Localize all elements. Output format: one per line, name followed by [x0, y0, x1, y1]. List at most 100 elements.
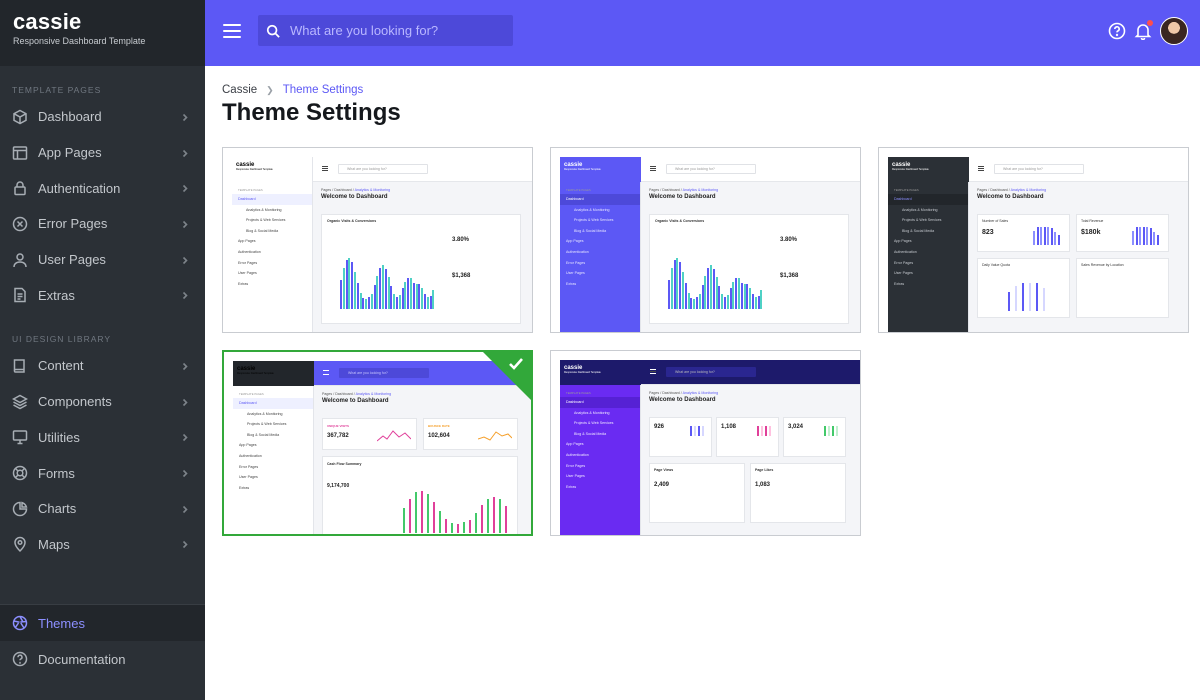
- preview-posts-panel: 3,024: [783, 417, 846, 457]
- preview-search: What are you looking for?: [666, 164, 756, 174]
- preview-chart-bar: [757, 426, 759, 436]
- sidebar-group-ui-library: Content Components Utilities Forms Charts Map…: [0, 348, 205, 562]
- preview-topbar: What are you looking for?: [969, 157, 1188, 182]
- theme-preview-thumbnail: TEMPLATE PAGES Dashboard Analytics & Monit…: [560, 157, 860, 332]
- preview-sales-value: 823: [982, 229, 994, 236]
- preview-unique-label: UNIQUE VISITS: [327, 424, 350, 428]
- preview-revenue-value: $180k: [1081, 229, 1101, 236]
- preview-chart-bar: [1156, 235, 1159, 245]
- preview-chart-bar: [765, 426, 767, 436]
- preview-chart-bar: [1047, 227, 1049, 245]
- preview-chart-bar: [356, 283, 359, 309]
- preview-chart-bar: [410, 278, 412, 309]
- preview-logo: cassie Responsive Dashboard Template: [560, 360, 641, 385]
- preview-chart-bar: [1050, 228, 1053, 245]
- sidebar-item-extras[interactable]: Extras: [0, 277, 205, 313]
- preview-crumb-a: Pages: [321, 188, 332, 192]
- preview-chart-bar: [738, 278, 740, 309]
- breadcrumb-root[interactable]: Cassie: [222, 84, 257, 96]
- sidebar-item-themes[interactable]: Themes: [0, 605, 205, 641]
- preview-chart-bar: [668, 280, 670, 309]
- sidebar-item-dashboard[interactable]: Dashboard: [0, 99, 205, 135]
- brand-logo[interactable]: cassie Responsive Dashboard Template: [0, 0, 205, 66]
- theme-option-navy[interactable]: TEMPLATE PAGES Dashboard Analytics & Monit…: [550, 350, 861, 536]
- sidebar-item-charts[interactable]: Charts: [0, 491, 205, 527]
- preview-chart-bar: [704, 276, 707, 309]
- preview-chart-bar: [673, 260, 676, 309]
- preview-cashflow-label: Cash Flow Summary: [327, 462, 362, 466]
- preview-kpi-b: $1,368: [452, 273, 471, 279]
- user-avatar[interactable]: [1160, 17, 1188, 45]
- preview-sales-label: Number of Sales: [982, 219, 1009, 223]
- preview-sidebar: TEMPLATE PAGES Dashboard Analytics & Monit…: [560, 157, 641, 332]
- search-icon[interactable]: [266, 24, 280, 38]
- sidebar-item-authentication[interactable]: Authentication: [0, 170, 205, 206]
- preview-nav-section: TEMPLATE PAGES: [566, 391, 591, 395]
- preview-chart-bar: [415, 284, 418, 309]
- preview-chart-bar: [432, 290, 435, 309]
- menu-toggle-icon[interactable]: [223, 24, 241, 38]
- preview-chart-bar: [433, 502, 435, 533]
- topbar: [205, 0, 1200, 66]
- sidebar-item-user-pages[interactable]: User Pages: [0, 242, 205, 278]
- preview-chart-bar: [828, 426, 830, 436]
- preview-nav-item: Authentication: [239, 453, 262, 458]
- preview-crumb-b: Dashboard: [334, 188, 352, 192]
- preview-logo-tag: Responsive Dashboard Template: [236, 168, 273, 171]
- theme-preview-thumbnail: TEMPLATE PAGES Dashboard Analytics & Monit…: [560, 360, 860, 535]
- breadcrumb-current: Theme Settings: [282, 84, 364, 96]
- preview-sidebar: TEMPLATE PAGES Dashboard Analytics & Monit…: [233, 361, 314, 534]
- preview-daily-label: Daily Value Quota: [982, 263, 1010, 267]
- preview-chart-bar: [412, 283, 415, 309]
- sidebar-section-template-pages: TEMPLATE PAGES: [12, 85, 102, 95]
- notifications-bell-icon[interactable]: [1134, 20, 1153, 41]
- preview-nav-item: Authentication: [238, 249, 261, 254]
- sidebar-item-documentation[interactable]: Documentation: [0, 641, 205, 677]
- preview-breadcrumb: Pages / Dashboard / Analytics & Monitori…: [649, 188, 719, 192]
- preview-chart-bar: [481, 505, 483, 533]
- preview-topbar: What are you looking for?: [641, 157, 860, 182]
- preview-main: Pages / Dashboard / Analytics & Monitori…: [969, 182, 1188, 332]
- preview-nav-item: Error Pages: [894, 260, 914, 265]
- monitor-icon: [12, 429, 28, 445]
- sidebar-item-forms[interactable]: Forms: [0, 455, 205, 491]
- theme-option-light[interactable]: TEMPLATE PAGES Dashboard Analytics & Monit…: [222, 147, 533, 333]
- book-icon: [12, 358, 28, 374]
- sidebar-item-utilities[interactable]: Utilities: [0, 420, 205, 456]
- preview-location-label: Sales Revenue by Location: [1081, 263, 1124, 267]
- preview-nav-section: TEMPLATE PAGES: [238, 188, 263, 192]
- preview-nav-item: Projects & Web Services: [246, 218, 286, 223]
- preview-chart-bar: [387, 277, 390, 309]
- theme-option-purple[interactable]: TEMPLATE PAGES Dashboard Analytics & Monit…: [550, 147, 861, 333]
- preview-pagelikes-label: Page Likes: [755, 468, 774, 472]
- help-icon[interactable]: [1108, 22, 1126, 40]
- sidebar-item-maps[interactable]: Maps: [0, 527, 205, 563]
- error-circle-icon: [12, 216, 28, 232]
- chevron-right-icon: [181, 466, 189, 481]
- preview-chart-bar: [702, 426, 704, 436]
- theme-option-duo[interactable]: TEMPLATE PAGES Dashboard Analytics & Monit…: [222, 350, 533, 536]
- user-icon: [12, 252, 28, 268]
- sidebar-item-components[interactable]: Components: [0, 384, 205, 420]
- preview-chart-bar: [729, 288, 732, 309]
- sidebar-item-content[interactable]: Content: [0, 348, 205, 384]
- preview-chart-title: Organic Visits & Conversions: [655, 219, 705, 223]
- preview-chart-bar: [769, 426, 771, 436]
- preview-chart-bar: [752, 294, 754, 309]
- preview-menu-icon: [650, 369, 656, 374]
- cube-icon: [12, 109, 28, 125]
- preview-chart-bar: [426, 297, 429, 309]
- theme-option-dark[interactable]: TEMPLATE PAGES Dashboard Analytics & Monit…: [878, 147, 1189, 333]
- preview-chart-bar: [415, 492, 417, 533]
- preview-cashflow-value: 9,174,700: [327, 483, 350, 489]
- sidebar-item-app-pages[interactable]: App Pages: [0, 135, 205, 171]
- preview-nav-item: Error Pages: [566, 260, 586, 265]
- preview-chart-bar: [493, 497, 495, 533]
- preview-chart-bar: [836, 426, 838, 436]
- search-input[interactable]: [290, 23, 490, 38]
- preview-chart-bar: [687, 293, 690, 309]
- preview-chart-bar: [396, 297, 398, 309]
- preview-sidebar: TEMPLATE PAGES Dashboard Analytics & Monit…: [888, 157, 969, 332]
- sidebar-item-error-pages[interactable]: Error Pages: [0, 206, 205, 242]
- preview-chart-bar: [1139, 227, 1141, 245]
